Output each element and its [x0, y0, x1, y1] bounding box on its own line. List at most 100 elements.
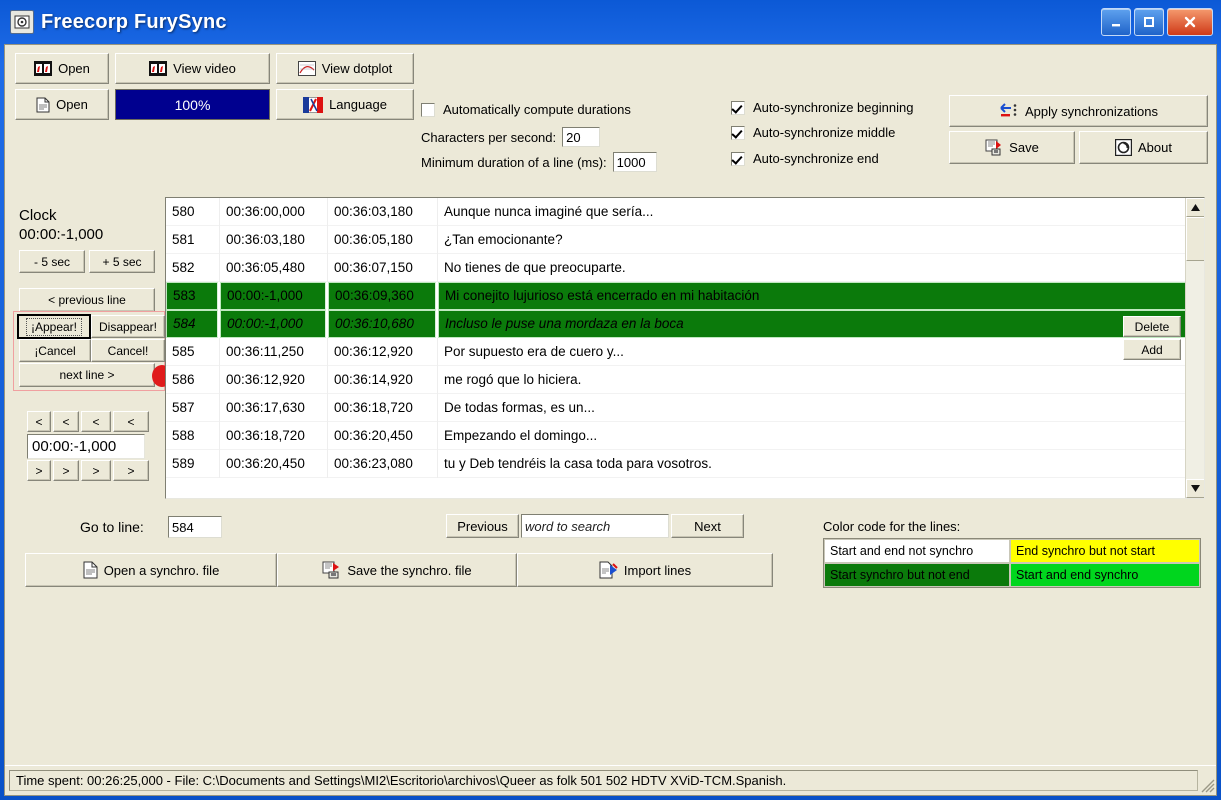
- open-video-label: Open: [58, 61, 90, 76]
- table-row[interactable]: 583 00:00:-1,000 00:36:09,360 Mi conejito l…: [166, 281, 1204, 310]
- table-row[interactable]: 581 00:36:03,180 00:36:05,180 ¿Tan emociona…: [166, 225, 1204, 254]
- import-lines-label: Import lines: [623, 562, 692, 578]
- cell-num: 585: [166, 337, 220, 366]
- nav-back-3[interactable]: <: [81, 411, 111, 432]
- table-row[interactable]: 580 00:36:00,000 00:36:03,180 Aunque nunca …: [166, 198, 1204, 226]
- maximize-icon[interactable]: [1134, 8, 1164, 36]
- legend-cell: Start synchro but not end: [824, 563, 1010, 587]
- progress-label: 100%: [174, 96, 211, 113]
- table-row[interactable]: 585 00:36:11,250 00:36:12,920 Por supuesto …: [166, 337, 1204, 366]
- subtitle-list[interactable]: 580 00:36:00,000 00:36:03,180 Aunque nunca …: [165, 197, 1205, 499]
- sync-beginning-label: Auto-synchronize beginning: [753, 100, 914, 115]
- save-icon: [985, 139, 1003, 156]
- disappear-button[interactable]: Disappear!: [91, 315, 165, 338]
- apply-sync-icon: [999, 103, 1019, 119]
- film-icon: [34, 61, 53, 76]
- language-label: Language: [329, 97, 387, 112]
- view-video-label: View video: [173, 61, 236, 76]
- clock-label: Clock: [19, 207, 57, 224]
- sync-beginning-checkbox[interactable]: [731, 100, 745, 115]
- min-duration-label: Minimum duration of a line (ms):: [421, 154, 607, 170]
- cell-num: 583: [166, 281, 218, 310]
- table-row[interactable]: 589 00:36:20,450 00:36:23,080 tu y Deb tend…: [166, 449, 1204, 478]
- open-synchro-file-button[interactable]: Open a synchro. file: [25, 553, 277, 587]
- goto-line-label: Go to line:: [80, 519, 144, 535]
- cancel-end-button[interactable]: Cancel!: [91, 339, 165, 362]
- legend-cell: Start and end not synchro: [824, 539, 1010, 563]
- min-duration-input[interactable]: 1000: [612, 152, 657, 172]
- open-text-button[interactable]: Open: [15, 89, 109, 120]
- sync-beginning-row[interactable]: Auto-synchronize beginning: [731, 100, 913, 115]
- save-button[interactable]: Save: [949, 131, 1075, 164]
- cell-start: 00:36:11,250: [220, 337, 328, 366]
- search-input[interactable]: word to search: [521, 514, 669, 538]
- apply-synchronizations-label: Apply synchronizations: [1025, 103, 1158, 119]
- save-synchro-file-button[interactable]: Save the synchro. file: [277, 553, 517, 587]
- cell-end: 00:36:07,150: [328, 253, 438, 282]
- chars-per-second-input[interactable]: 20: [562, 127, 601, 147]
- import-icon: [599, 561, 618, 579]
- scroll-down-icon[interactable]: [1186, 479, 1204, 498]
- nav-back-2[interactable]: <: [53, 411, 79, 432]
- nav-back-4[interactable]: <: [113, 411, 149, 432]
- next-match-button[interactable]: Next: [671, 514, 744, 538]
- previous-line-button[interactable]: < previous line: [19, 288, 155, 312]
- view-video-button[interactable]: View video: [115, 53, 270, 84]
- cell-end: 00:36:14,920: [328, 365, 438, 394]
- cell-text: De todas formas, es un...: [444, 400, 595, 415]
- auto-durations-row[interactable]: Automatically compute durations: [421, 102, 631, 117]
- plus-5-sec-button[interactable]: + 5 sec: [89, 250, 155, 273]
- goto-line-input[interactable]: 584: [168, 516, 222, 538]
- minimize-icon[interactable]: [1101, 8, 1131, 36]
- nav-fwd-2[interactable]: >: [53, 460, 79, 481]
- table-row[interactable]: 588 00:36:18,720 00:36:20,450 Empezando el …: [166, 421, 1204, 450]
- apply-synchronizations-button[interactable]: Apply synchronizations: [949, 95, 1208, 127]
- view-dotplot-button[interactable]: View dotplot: [276, 53, 414, 84]
- cell-start: 00:36:20,450: [220, 449, 328, 478]
- window-controls: [1101, 8, 1213, 36]
- auto-durations-checkbox[interactable]: [421, 102, 435, 117]
- subtitle-rows: 580 00:36:00,000 00:36:03,180 Aunque nunca …: [166, 198, 1204, 478]
- cell-text: tu y Deb tendréis la casa toda para voso…: [444, 456, 712, 471]
- cell-start: 00:36:05,480: [220, 253, 328, 282]
- nav-fwd-1[interactable]: >: [27, 460, 51, 481]
- delete-line-button[interactable]: Delete: [1123, 316, 1181, 337]
- chart-icon: [297, 61, 316, 76]
- cell-num: 586: [166, 365, 220, 394]
- sync-middle-checkbox[interactable]: [731, 125, 745, 140]
- language-button[interactable]: Language: [276, 89, 414, 120]
- cell-start: 00:00:-1,000: [220, 309, 326, 338]
- sync-middle-row[interactable]: Auto-synchronize middle: [731, 125, 895, 140]
- appear-button[interactable]: ¡Appear!: [17, 314, 91, 339]
- open-video-button[interactable]: Open: [15, 53, 109, 84]
- table-row[interactable]: 586 00:36:12,920 00:36:14,920 me rogó que l…: [166, 365, 1204, 394]
- list-scrollbar[interactable]: [1185, 198, 1204, 498]
- table-row[interactable]: 587 00:36:17,630 00:36:18,720 De todas form…: [166, 393, 1204, 422]
- about-icon: [1115, 139, 1132, 156]
- cancel-start-button[interactable]: ¡Cancel: [19, 339, 91, 362]
- close-icon[interactable]: [1167, 8, 1213, 36]
- clock-panel: Clock 00:00:-1,000 - 5 sec + 5 sec < pre…: [5, 193, 172, 503]
- table-row[interactable]: 584 00:00:-1,000 00:36:10,680 Incluso le pu…: [166, 309, 1204, 338]
- chars-per-second-label: Characters per second:: [421, 129, 557, 145]
- minus-5-sec-button[interactable]: - 5 sec: [19, 250, 85, 273]
- nav-back-1[interactable]: <: [27, 411, 51, 432]
- scrollbar-thumb[interactable]: [1186, 217, 1204, 261]
- time-offset-input[interactable]: 00:00:-1,000: [27, 434, 145, 459]
- add-line-button[interactable]: Add: [1123, 339, 1181, 360]
- application-window: Freecorp FurySync Open View video View d…: [0, 0, 1221, 800]
- import-lines-button[interactable]: Import lines: [517, 553, 773, 587]
- nav-fwd-3[interactable]: >: [81, 460, 111, 481]
- min-duration-row: Minimum duration of a line (ms): 1000: [421, 152, 657, 172]
- table-row[interactable]: 582 00:36:05,480 00:36:07,150 No tienes de …: [166, 253, 1204, 282]
- nav-fwd-4[interactable]: >: [113, 460, 149, 481]
- previous-match-button[interactable]: Previous: [446, 514, 519, 538]
- sync-end-checkbox[interactable]: [731, 151, 745, 166]
- sync-end-row[interactable]: Auto-synchronize end: [731, 151, 879, 166]
- resize-grip-icon[interactable]: [1201, 779, 1215, 793]
- cell-num: 581: [166, 225, 220, 254]
- save-label: Save: [1009, 140, 1039, 155]
- next-line-button[interactable]: next line >: [19, 363, 155, 387]
- about-button[interactable]: About: [1079, 131, 1208, 164]
- scroll-up-icon[interactable]: [1186, 198, 1204, 217]
